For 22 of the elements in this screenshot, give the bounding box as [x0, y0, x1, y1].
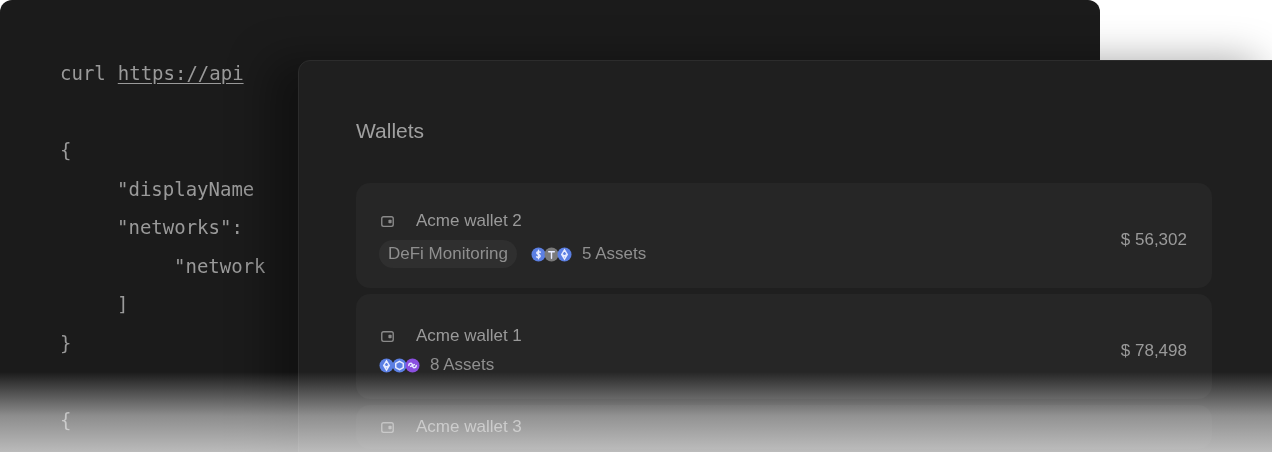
code-text: "displayName [117, 177, 255, 202]
wallet-card[interactable]: Acme wallet 1 8 Assets $ 78,498 [356, 294, 1212, 399]
wallet-card[interactable]: Acme wallet 2 DeFi Monitoring 5 Assets $ 56,302 [356, 183, 1212, 288]
wallet-balance: $ 56,302 [1120, 229, 1187, 250]
code-text: { [60, 408, 72, 433]
tag: DeFi Monitoring [379, 240, 517, 268]
wallet-icon [381, 215, 394, 227]
code-link[interactable]: https://api [117, 62, 244, 101]
code-text: { [60, 139, 72, 163]
code-text: curl [60, 62, 106, 86]
code-text: "network [174, 254, 266, 279]
wallet-name: Acme wallet 1 [416, 326, 522, 346]
asset-count: 5 Assets [582, 244, 647, 264]
wallet-icon [381, 330, 394, 342]
asset-count: 8 Assets [430, 355, 495, 375]
code-text: "networks": [117, 216, 243, 240]
panel-title: Wallets [356, 119, 426, 143]
wallet-name: Acme wallet 2 [416, 211, 522, 231]
code-text: ] [117, 293, 129, 317]
wallet-balance: $ 78,498 [1120, 340, 1187, 361]
code-text: } [60, 331, 72, 356]
wallet-icon [381, 421, 394, 433]
